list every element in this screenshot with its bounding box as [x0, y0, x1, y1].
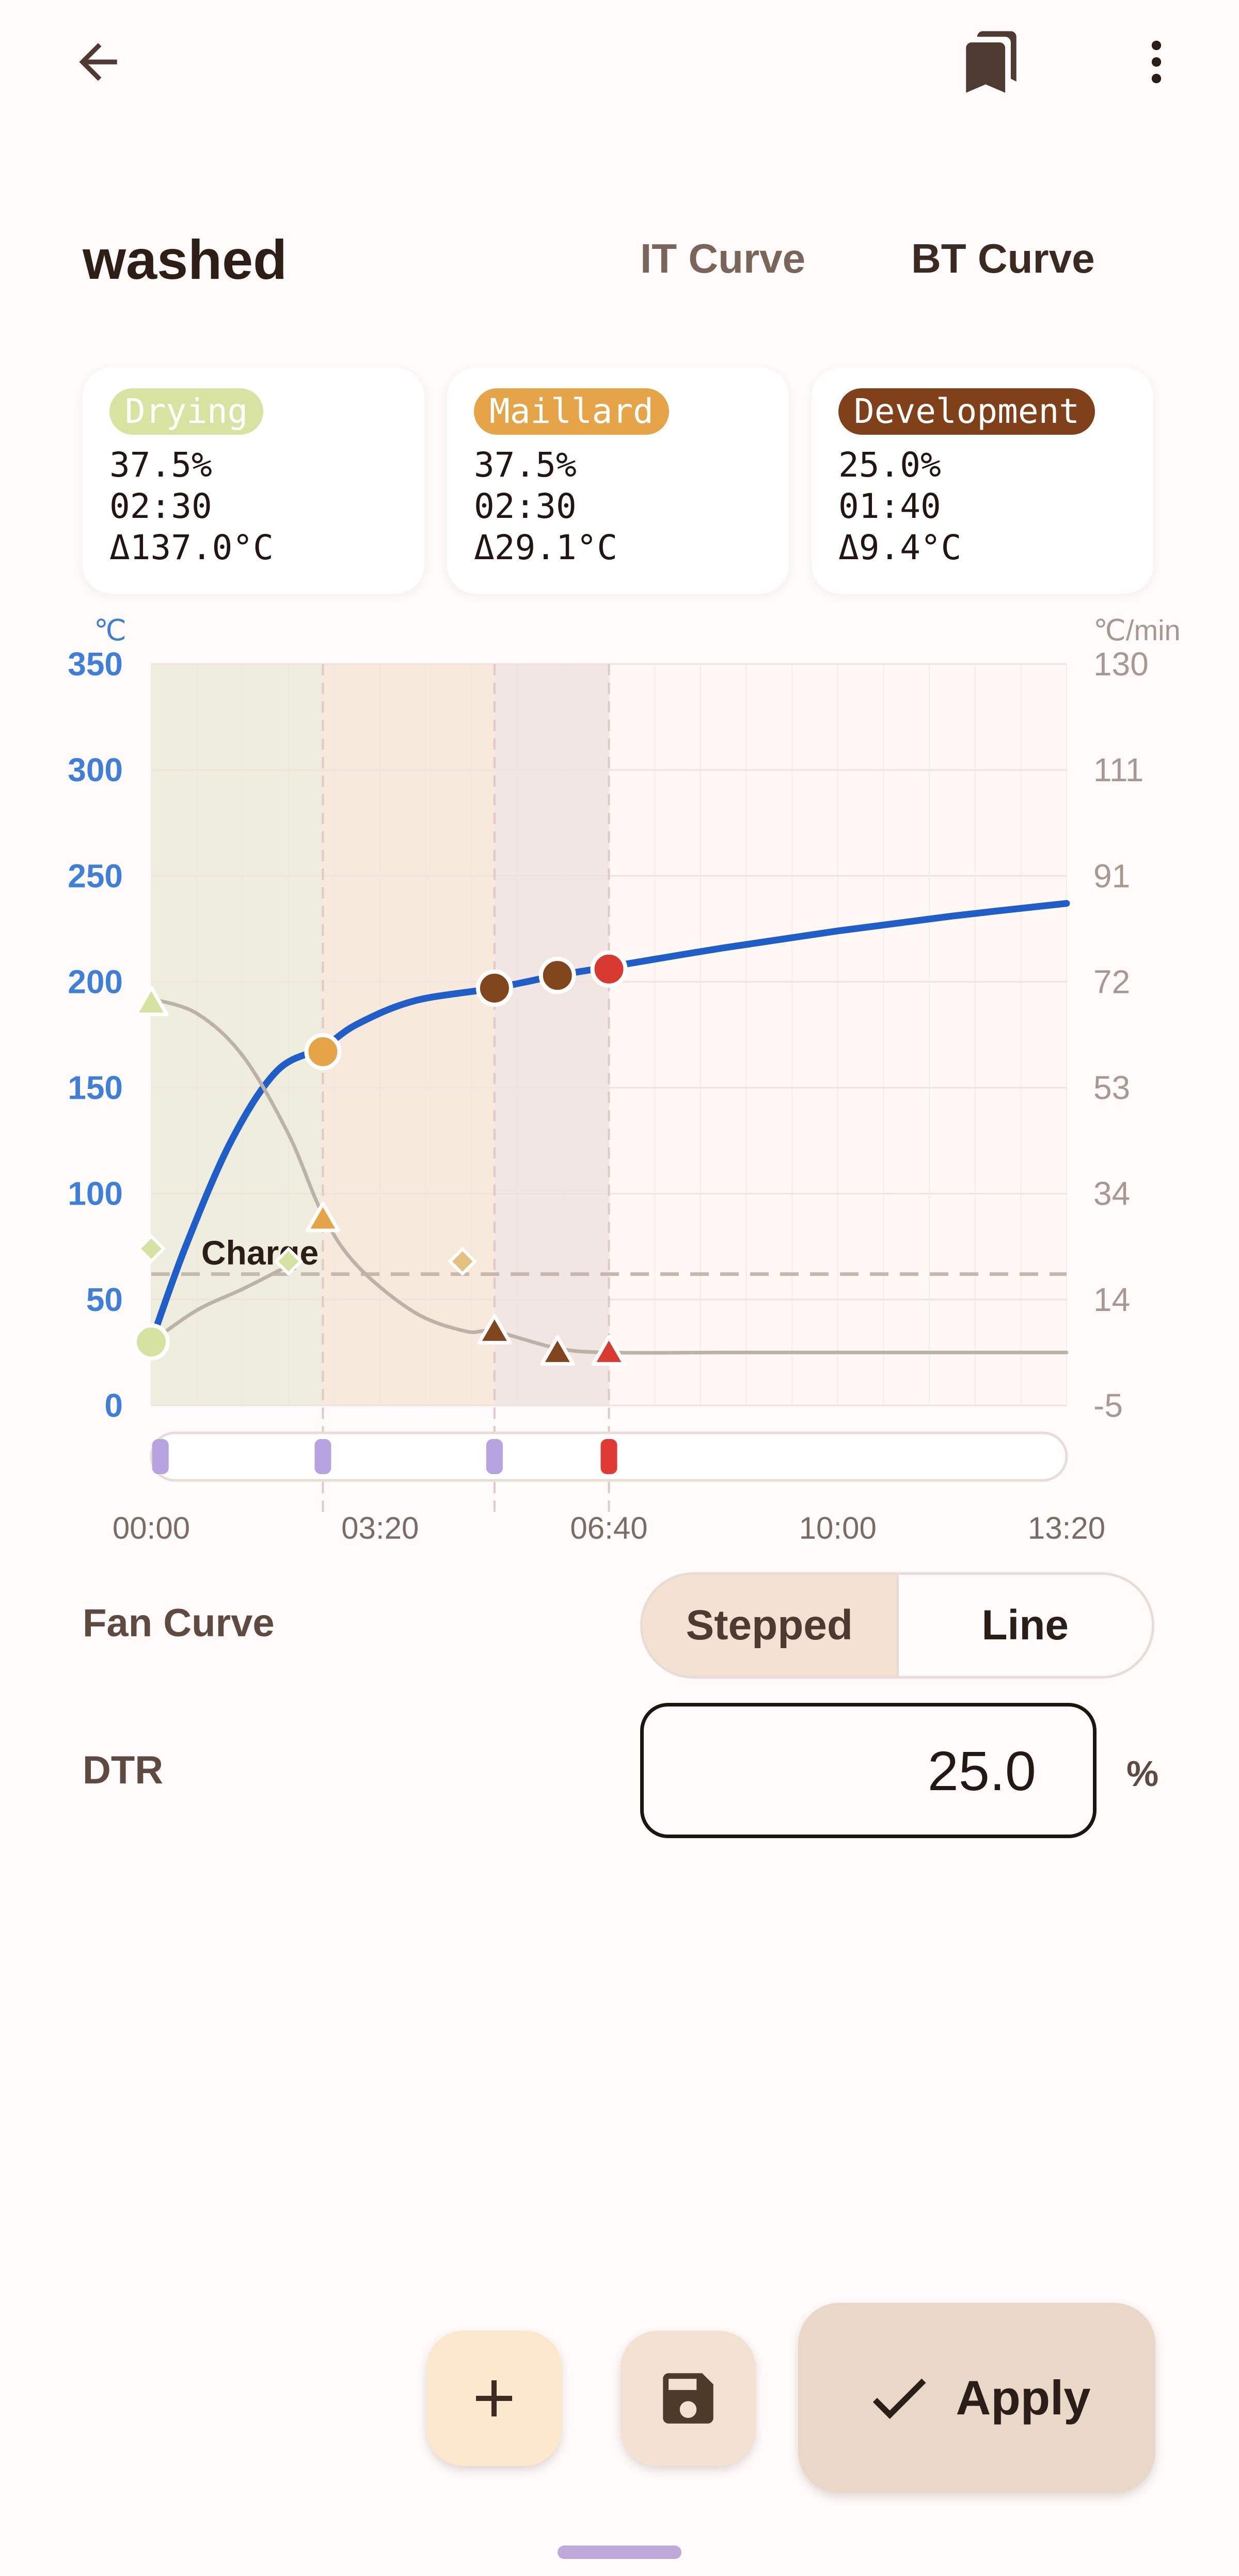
left-axis-tick: 0: [104, 1387, 123, 1424]
charge-annotation: Charge: [201, 1234, 319, 1272]
event-timeline-marker[interactable]: [600, 1439, 617, 1474]
phase-badge-maillard: Maillard: [474, 388, 669, 435]
back-button[interactable]: [62, 26, 134, 98]
right-axis-tick: 91: [1093, 857, 1130, 894]
fan-curve-line-option[interactable]: Line: [898, 1575, 1152, 1676]
left-axis-tick: 150: [68, 1069, 123, 1107]
more-options-button[interactable]: [1120, 26, 1193, 98]
bookmarks-button[interactable]: [950, 23, 1032, 101]
roast-profile-chart[interactable]: Charge ℃ 350 300 250 200 150 100 50 0 ℃/min 130 111 9…: [0, 599, 1239, 1559]
right-axis-tick: -5: [1093, 1387, 1123, 1424]
left-axis-tick: 300: [68, 751, 123, 788]
bt-event-marker: [590, 950, 628, 988]
save-button[interactable]: [621, 2331, 756, 2466]
x-axis-tick: 03:20: [341, 1511, 419, 1545]
phase-percent: 37.5%: [474, 445, 577, 485]
apply-button[interactable]: Apply: [798, 2303, 1155, 2493]
fan-curve-toggle[interactable]: Stepped Line: [640, 1572, 1154, 1679]
phase-card-maillard: Maillard 37.5% 02:30 Δ29.1°C: [447, 368, 789, 594]
x-axis-tick: 10:00: [799, 1511, 877, 1545]
dtr-input[interactable]: 25.0: [640, 1703, 1097, 1838]
dtr-label: DTR: [83, 1748, 164, 1792]
phase-region-maillard: [323, 664, 495, 1405]
fan-curve-stepped-option[interactable]: Stepped: [643, 1575, 899, 1676]
right-axis-tick: 130: [1093, 645, 1149, 683]
left-axis-tick: 250: [68, 857, 123, 894]
plus-icon: [476, 2380, 512, 2416]
bookmarks-icon: [966, 31, 1016, 93]
left-axis-unit: ℃: [94, 614, 126, 646]
phase-percent: 37.5%: [109, 445, 212, 485]
x-axis-tick: 06:40: [570, 1511, 647, 1545]
add-button[interactable]: [426, 2331, 562, 2466]
phase-card-development: Development 25.0% 01:40 Δ9.4°C: [812, 368, 1153, 594]
left-axis-tick: 200: [68, 963, 123, 1000]
profile-title: washed: [83, 228, 288, 291]
bt-event-marker: [304, 1033, 342, 1070]
check-icon: [873, 2378, 926, 2419]
phase-delta: Δ29.1°C: [474, 528, 618, 567]
bt-event-marker: [133, 1323, 170, 1361]
apply-label: Apply: [956, 2370, 1091, 2425]
gesture-handle: [558, 2546, 681, 2559]
phase-region-drying: [151, 664, 323, 1405]
right-axis-unit: ℃/min: [1093, 614, 1181, 646]
phase-time: 02:30: [474, 486, 577, 526]
arrow-back-icon: [79, 43, 117, 81]
more-vertical-icon: [1151, 40, 1162, 84]
tab-bt-curve[interactable]: BT Curve: [911, 235, 1095, 282]
right-axis-tick: 53: [1093, 1069, 1130, 1107]
fan-curve-label: Fan Curve: [83, 1601, 275, 1645]
right-axis-tick: 72: [1093, 963, 1130, 1000]
bt-event-marker: [538, 957, 576, 994]
event-timeline-marker[interactable]: [486, 1439, 503, 1474]
phase-region-development: [494, 664, 609, 1405]
left-axis-tick: 50: [86, 1281, 123, 1318]
bt-event-marker: [475, 969, 513, 1007]
phase-badge-development: Development: [838, 388, 1095, 435]
phase-card-drying: Drying 37.5% 02:30 Δ137.0°C: [83, 368, 424, 594]
x-axis-tick: 00:00: [113, 1511, 190, 1545]
phase-badge-drying: Drying: [109, 388, 264, 435]
phase-delta: Δ9.4°C: [838, 528, 962, 567]
right-axis-tick: 34: [1093, 1175, 1130, 1212]
event-timeline-marker[interactable]: [314, 1439, 331, 1474]
event-timeline-marker[interactable]: [152, 1439, 169, 1474]
dtr-unit: %: [1126, 1753, 1159, 1794]
phase-delta: Δ137.0°C: [109, 528, 274, 567]
roast-chart-svg[interactable]: Charge ℃350 300 250 200 150 100 50 0 ℃/min130 111 9…: [0, 599, 1239, 1559]
x-axis-tick: 13:20: [1028, 1511, 1105, 1545]
phase-time: 01:40: [838, 486, 941, 526]
tab-it-curve[interactable]: IT Curve: [640, 235, 805, 282]
phase-percent: 25.0%: [838, 445, 941, 485]
save-icon: [663, 2373, 713, 2424]
left-axis-tick: 350: [68, 645, 123, 683]
right-axis-tick: 111: [1093, 751, 1143, 788]
right-axis-tick: 14: [1093, 1281, 1130, 1318]
left-axis-tick: 100: [68, 1175, 123, 1212]
phase-time: 02:30: [109, 486, 212, 526]
